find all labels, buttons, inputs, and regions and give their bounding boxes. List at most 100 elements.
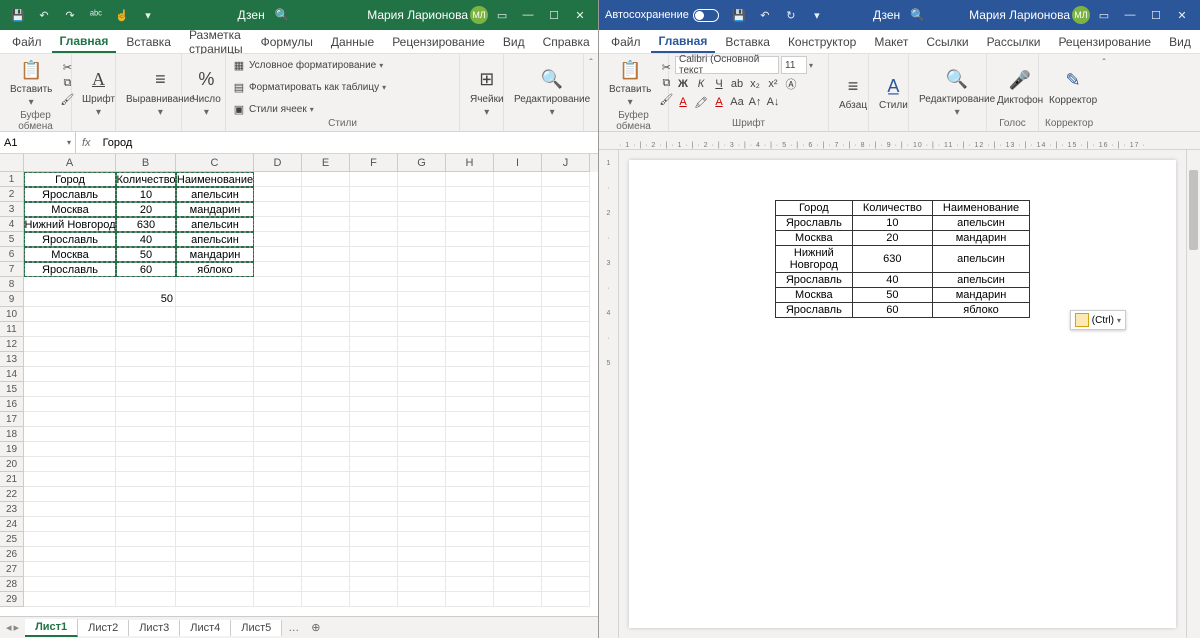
tab-design[interactable]: Конструктор xyxy=(780,32,864,52)
cell[interactable] xyxy=(494,592,542,607)
cell[interactable] xyxy=(494,217,542,232)
cell[interactable] xyxy=(542,202,590,217)
touch-icon[interactable]: ☝ xyxy=(110,3,134,27)
search-icon[interactable]: 🔍 xyxy=(910,8,925,22)
cell[interactable] xyxy=(446,262,494,277)
cell[interactable] xyxy=(446,202,494,217)
tab-file[interactable]: Файл xyxy=(603,32,649,52)
cell[interactable] xyxy=(176,487,254,502)
cell[interactable] xyxy=(176,352,254,367)
cell[interactable] xyxy=(302,517,350,532)
cell[interactable] xyxy=(494,337,542,352)
cell[interactable] xyxy=(302,532,350,547)
cell[interactable] xyxy=(398,172,446,187)
cell[interactable]: 50 xyxy=(116,292,176,307)
vertical-scrollbar[interactable] xyxy=(1186,150,1200,638)
cell[interactable] xyxy=(254,457,302,472)
cell[interactable] xyxy=(116,472,176,487)
cell[interactable] xyxy=(254,217,302,232)
table-cell[interactable]: Ярославль xyxy=(775,273,852,288)
cell[interactable] xyxy=(446,502,494,517)
qat-more-icon[interactable]: ▾ xyxy=(805,3,829,27)
cell[interactable] xyxy=(176,397,254,412)
cell[interactable] xyxy=(24,547,116,562)
redo-icon[interactable]: ↷ xyxy=(58,3,82,27)
cell[interactable] xyxy=(116,592,176,607)
cell[interactable] xyxy=(398,592,446,607)
cell[interactable] xyxy=(542,262,590,277)
cell[interactable] xyxy=(398,517,446,532)
row-header[interactable]: 18 xyxy=(0,427,24,442)
cell[interactable] xyxy=(24,307,116,322)
cells-button[interactable]: ⊞Ячейки▾ xyxy=(466,66,508,120)
shrink-font-button[interactable]: A↓ xyxy=(765,94,781,110)
text-effects-button[interactable]: Ⓐ xyxy=(783,76,799,92)
cell[interactable] xyxy=(254,367,302,382)
cell[interactable]: Количество xyxy=(116,172,176,187)
table-cell[interactable]: яблоко xyxy=(932,303,1029,318)
cell[interactable] xyxy=(446,547,494,562)
cell[interactable] xyxy=(116,577,176,592)
cell[interactable] xyxy=(542,517,590,532)
qat-more-icon[interactable]: ▾ xyxy=(136,3,160,27)
sheet-tab[interactable]: Лист4 xyxy=(180,620,231,636)
tab-review[interactable]: Рецензирование xyxy=(384,32,493,52)
cell[interactable]: Ярославль xyxy=(24,187,116,202)
number-button[interactable]: %Число▾ xyxy=(188,66,225,120)
cell[interactable] xyxy=(542,352,590,367)
row-header[interactable]: 26 xyxy=(0,547,24,562)
cell[interactable] xyxy=(542,367,590,382)
cell[interactable] xyxy=(398,442,446,457)
cell[interactable] xyxy=(254,592,302,607)
cell[interactable] xyxy=(302,577,350,592)
cell[interactable] xyxy=(446,592,494,607)
table-cell[interactable]: апельсин xyxy=(932,246,1029,273)
dzen-label[interactable]: Дзен xyxy=(238,8,265,22)
cell[interactable] xyxy=(398,187,446,202)
cell[interactable] xyxy=(24,397,116,412)
fx-icon[interactable]: fx xyxy=(76,137,97,149)
ribbon-mode-icon[interactable]: ▭ xyxy=(1092,3,1116,27)
cell[interactable] xyxy=(542,442,590,457)
cell[interactable] xyxy=(398,322,446,337)
cell[interactable] xyxy=(398,382,446,397)
cell[interactable] xyxy=(176,517,254,532)
cell[interactable]: 40 xyxy=(116,232,176,247)
collapse-ribbon-icon[interactable]: ˆ xyxy=(584,54,598,69)
change-case-button[interactable]: Aa xyxy=(729,94,745,110)
cell[interactable] xyxy=(116,277,176,292)
cell[interactable] xyxy=(176,472,254,487)
cell[interactable] xyxy=(398,217,446,232)
cell[interactable] xyxy=(176,292,254,307)
cell[interactable] xyxy=(350,232,398,247)
cell[interactable] xyxy=(24,472,116,487)
cell[interactable] xyxy=(542,547,590,562)
cell[interactable] xyxy=(302,442,350,457)
sheet-nav-first-icon[interactable]: ◂ xyxy=(6,621,12,634)
cell[interactable]: Нижний Новгород xyxy=(24,217,116,232)
tab-insert[interactable]: Вставка xyxy=(118,32,179,52)
row-header[interactable]: 17 xyxy=(0,412,24,427)
cell[interactable] xyxy=(302,547,350,562)
cell[interactable] xyxy=(350,517,398,532)
cell[interactable] xyxy=(116,562,176,577)
col-header[interactable]: G xyxy=(398,154,446,172)
cell[interactable] xyxy=(302,262,350,277)
tab-layout[interactable]: Макет xyxy=(866,32,916,52)
cell[interactable] xyxy=(350,202,398,217)
cell[interactable] xyxy=(176,277,254,292)
cell[interactable] xyxy=(350,277,398,292)
cell[interactable] xyxy=(24,427,116,442)
cell[interactable] xyxy=(446,352,494,367)
cell[interactable] xyxy=(24,487,116,502)
cell[interactable] xyxy=(116,337,176,352)
row-header[interactable]: 25 xyxy=(0,532,24,547)
maximize-icon[interactable]: ☐ xyxy=(1144,3,1168,27)
cell[interactable] xyxy=(542,502,590,517)
cell[interactable] xyxy=(350,472,398,487)
cell[interactable] xyxy=(176,412,254,427)
cell[interactable] xyxy=(350,562,398,577)
cell[interactable] xyxy=(494,562,542,577)
subscript-button[interactable]: x₂ xyxy=(747,76,763,92)
word-page[interactable]: Город Количество Наименование Ярославль1… xyxy=(629,160,1176,628)
